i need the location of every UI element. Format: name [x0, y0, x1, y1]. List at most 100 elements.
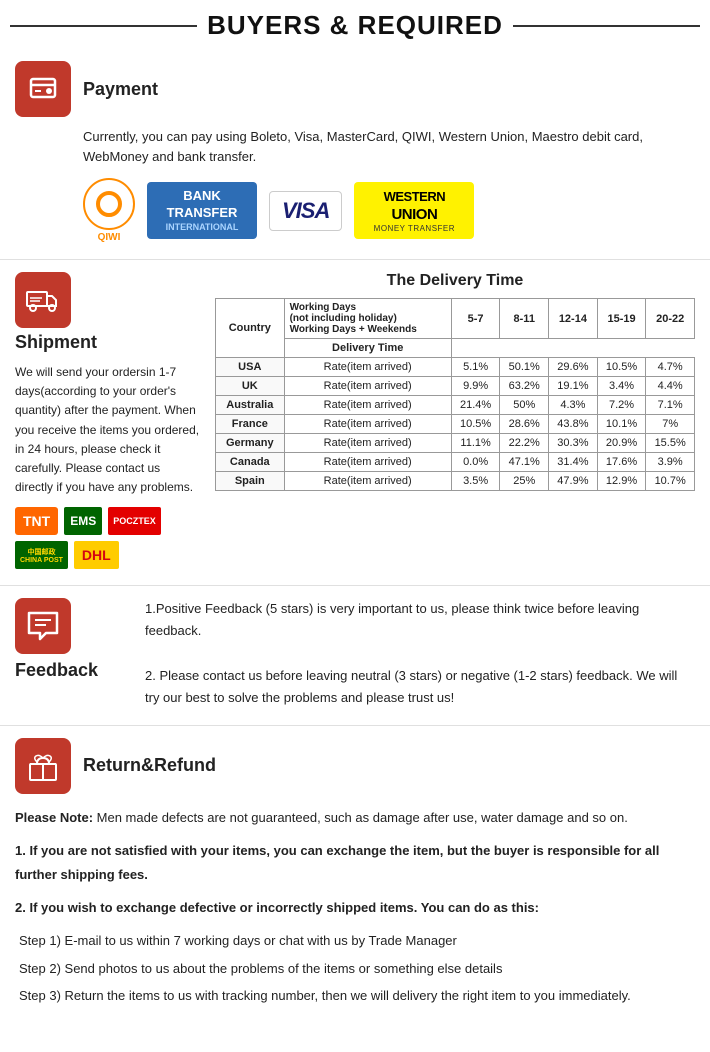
return-step3: Step 3) Return the items to us with trac… — [19, 984, 695, 1007]
col-header-delivery-time: Delivery Time — [284, 339, 451, 358]
feedback-point1: 1.Positive Feedback (5 stars) is very im… — [145, 598, 695, 642]
return-refund-section: Return&Refund Please Note: Men made defe… — [0, 726, 710, 1028]
rate-c5: 4.7% — [646, 358, 695, 377]
col-header-20-22: 20-22 — [646, 299, 695, 339]
rate-c2: 28.6% — [500, 415, 549, 434]
payment-title: Payment — [83, 79, 158, 100]
feedback-left: Feedback — [15, 598, 130, 708]
shipment-content: Shipment We will send your ordersin 1-7 … — [15, 272, 695, 569]
shipment-header: Shipment — [15, 272, 200, 353]
delivery-table: Country Working Days (not including holi… — [215, 298, 695, 491]
rate-c4: 7.2% — [597, 396, 646, 415]
rate-c2: 63.2% — [500, 377, 549, 396]
rate-c1: 21.4% — [451, 396, 500, 415]
return-title: Return&Refund — [83, 755, 216, 776]
western-union-sub: MONEY TRANSFER — [364, 224, 464, 233]
shipment-section: Shipment We will send your ordersin 1-7 … — [0, 260, 710, 586]
bank-transfer-sub: INTERNATIONAL — [157, 222, 247, 234]
rate-c4: 10.5% — [597, 358, 646, 377]
rate-c5: 7.1% — [646, 396, 695, 415]
return-svg-icon — [27, 750, 59, 782]
qiwi-label: QIWI — [83, 232, 135, 243]
rate-label-cell: Rate(item arrived) — [284, 453, 451, 472]
rate-c1: 9.9% — [451, 377, 500, 396]
rate-c5: 4.4% — [646, 377, 695, 396]
page-header: BUYERS & REQUIRED — [0, 0, 710, 49]
chinapost-logo: 中国邮政CHINA POST — [15, 541, 68, 569]
country-cell: Germany — [216, 434, 285, 453]
shipment-right: The Delivery Time Country Working Days (… — [215, 272, 695, 569]
col-header-15-19: 15-19 — [597, 299, 646, 339]
page-title: BUYERS & REQUIRED — [207, 10, 503, 41]
rate-label-cell: Rate(item arrived) — [284, 472, 451, 491]
country-cell: USA — [216, 358, 285, 377]
rate-c5: 3.9% — [646, 453, 695, 472]
return-note-text: Men made defects are not guaranteed, suc… — [93, 810, 628, 825]
return-step1: Step 1) E-mail to us within 7 working da… — [19, 929, 695, 952]
rate-c2: 47.1% — [500, 453, 549, 472]
rate-c4: 3.4% — [597, 377, 646, 396]
rate-c5: 10.7% — [646, 472, 695, 491]
rate-c3: 30.3% — [549, 434, 598, 453]
rate-c3: 29.6% — [549, 358, 598, 377]
rate-c3: 43.8% — [549, 415, 598, 434]
visa-logo: VISA — [269, 191, 342, 231]
visa-text: VISA — [282, 198, 329, 223]
rate-label-cell: Rate(item arrived) — [284, 434, 451, 453]
bank-transfer-main: BANK TRANSFER — [157, 188, 247, 222]
rate-c3: 31.4% — [549, 453, 598, 472]
payment-icon — [15, 61, 71, 117]
col-header-country: Country — [216, 299, 285, 358]
country-cell: France — [216, 415, 285, 434]
carrier-logos: TNT EMS POCZTEX 中国邮政CHINA POST DHL — [15, 507, 200, 569]
feedback-section: Feedback 1.Positive Feedback (5 stars) i… — [0, 586, 710, 725]
col-header-working-days: Working Days (not including holiday) Wor… — [284, 299, 451, 339]
rate-c1: 0.0% — [451, 453, 500, 472]
payment-description: Currently, you can pay using Boleto, Vis… — [83, 127, 695, 166]
col-header-5-7: 5-7 — [451, 299, 500, 339]
country-cell: Australia — [216, 396, 285, 415]
return-text: Please Note: Men made defects are not gu… — [15, 806, 695, 1008]
shipment-left: Shipment We will send your ordersin 1-7 … — [15, 272, 200, 569]
return-icon — [15, 738, 71, 794]
rate-c3: 4.3% — [549, 396, 598, 415]
bank-transfer-logo: BANK TRANSFER INTERNATIONAL — [147, 182, 257, 239]
rate-c5: 15.5% — [646, 434, 695, 453]
col-header-12-14: 12-14 — [549, 299, 598, 339]
rate-c2: 25% — [500, 472, 549, 491]
payment-logos: QIWI BANK TRANSFER INTERNATIONAL VISA WE… — [83, 178, 695, 243]
country-cell: Canada — [216, 453, 285, 472]
table-row: USA Rate(item arrived) 5.1% 50.1% 29.6% … — [216, 358, 695, 377]
table-row: Spain Rate(item arrived) 3.5% 25% 47.9% … — [216, 472, 695, 491]
payment-svg-icon — [27, 73, 59, 105]
return-point1: 1. If you are not satisfied with your it… — [15, 839, 695, 886]
table-row: Germany Rate(item arrived) 11.1% 22.2% 3… — [216, 434, 695, 453]
country-cell: UK — [216, 377, 285, 396]
table-row: Australia Rate(item arrived) 21.4% 50% 4… — [216, 396, 695, 415]
delivery-title: The Delivery Time — [215, 272, 695, 290]
rate-c1: 5.1% — [451, 358, 500, 377]
return-header: Return&Refund — [15, 738, 695, 794]
table-row: UK Rate(item arrived) 9.9% 63.2% 19.1% 3… — [216, 377, 695, 396]
payment-header: Payment — [15, 61, 695, 117]
rate-label-cell: Rate(item arrived) — [284, 415, 451, 434]
return-note: Please Note: Men made defects are not gu… — [15, 806, 695, 829]
table-row: Canada Rate(item arrived) 0.0% 47.1% 31.… — [216, 453, 695, 472]
rate-c3: 19.1% — [549, 377, 598, 396]
shipment-icon — [15, 272, 71, 328]
feedback-title: Feedback — [15, 660, 98, 681]
table-row: France Rate(item arrived) 10.5% 28.6% 43… — [216, 415, 695, 434]
feedback-point2: 2. Please contact us before leaving neut… — [145, 665, 695, 709]
western-union-main: WESTERN WESTERN UNION UNION — [364, 188, 464, 224]
qiwi-logo: QIWI — [83, 178, 135, 243]
rate-c4: 20.9% — [597, 434, 646, 453]
rate-label-cell: Rate(item arrived) — [284, 358, 451, 377]
western-union-logo: WESTERN WESTERN UNION UNION MONEY TRANSF… — [354, 182, 474, 239]
rate-c2: 50% — [500, 396, 549, 415]
return-point2: 2. If you wish to exchange defective or … — [15, 896, 695, 919]
feedback-icon — [15, 598, 71, 654]
rate-c5: 7% — [646, 415, 695, 434]
return-step2: Step 2) Send photos to us about the prob… — [19, 957, 695, 980]
shipment-svg-icon — [26, 286, 60, 314]
shipment-body-text: We will send your ordersin 1-7 days(acco… — [15, 363, 200, 497]
